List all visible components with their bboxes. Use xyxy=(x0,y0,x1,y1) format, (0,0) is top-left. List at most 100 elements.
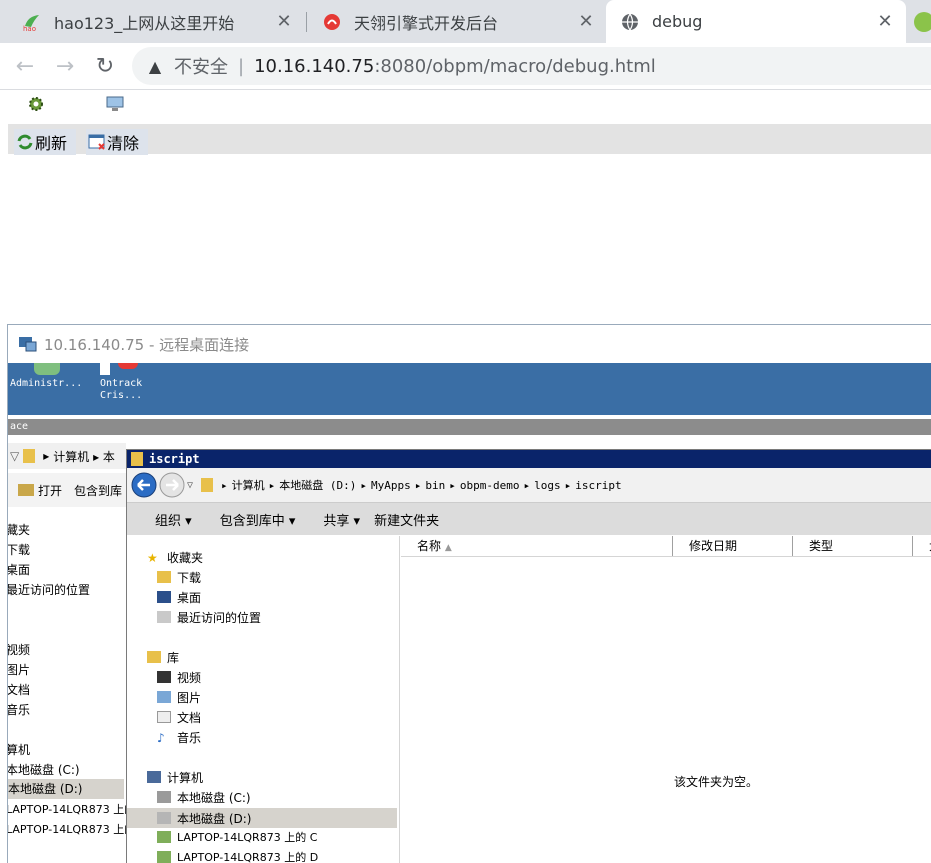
nav-label: 下载 xyxy=(177,570,202,585)
close-tab-icon[interactable]: ✕ xyxy=(273,11,295,32)
nav-item[interactable]: 文档 xyxy=(8,681,30,698)
breadcrumb-item[interactable]: obpm-demo xyxy=(460,479,520,492)
nav-label: LAPTOP-14LQR873 上的 C xyxy=(177,831,318,844)
history-dropdown-icon[interactable]: ▽ xyxy=(187,480,193,491)
desktop-icon-label[interactable]: Administr... xyxy=(10,378,82,390)
column-name-header[interactable]: 名称 ▲ xyxy=(401,536,673,556)
url-host: 10.16.140.75 xyxy=(254,55,375,77)
include-button[interactable]: 包含到库 xyxy=(74,482,122,499)
url-path: :8080/obpm/macro/debug.html xyxy=(374,55,656,77)
breadcrumb-item[interactable]: MyApps xyxy=(371,479,411,492)
nav-item[interactable]: 最近访问的位置 xyxy=(8,581,90,598)
desktop-icon xyxy=(157,591,171,603)
organize-button[interactable]: 组织 ▾ xyxy=(141,510,192,529)
nav-item-drive-c[interactable]: 本地磁盘 (C:) xyxy=(157,788,251,806)
nav-item[interactable]: LAPTOP-14LQR873 上的 xyxy=(8,821,135,837)
include-library-button[interactable]: 包含到库中 ▾ xyxy=(206,510,296,529)
gear-icon[interactable] xyxy=(26,94,46,114)
back-explorer-window[interactable]: ▽ ▸ 计算机 ▸ 本 打开 包含到库 藏夹 下载 桌面 最近访问的位置 视频 图… xyxy=(8,443,135,863)
organize-label: 组织 xyxy=(155,513,182,529)
nav-item-documents[interactable]: 文档 xyxy=(157,708,201,726)
clear-button[interactable]: 清除 xyxy=(86,129,148,155)
back-arrow-icon[interactable]: ← xyxy=(10,51,40,81)
nav-item[interactable]: 藏夹 xyxy=(8,521,30,538)
breadcrumb-item[interactable]: 本地磁盘 (D:) xyxy=(279,477,356,493)
nav-item[interactable]: 音乐 xyxy=(8,701,30,718)
remote-desktop-window[interactable]: 10.16.140.75 - 远程桌面连接 Administr... Ontra… xyxy=(7,324,931,863)
close-tab-icon[interactable]: ✕ xyxy=(874,11,896,32)
open-folder-icon xyxy=(18,484,34,496)
breadcrumb-item[interactable]: iscript xyxy=(575,479,621,492)
address-bar[interactable]: ▲ 不安全 | 10.16.140.75:8080/obpm/macro/deb… xyxy=(132,47,931,85)
column-size-header[interactable]: 大 xyxy=(913,536,931,556)
ontrack-icon xyxy=(118,363,138,369)
nav-item-recent[interactable]: 最近访问的位置 xyxy=(157,608,261,626)
nav-item-drive-d-selected[interactable]: 本地磁盘 (D:) xyxy=(127,808,397,828)
tab-debug[interactable]: debug ✕ xyxy=(606,0,906,43)
nav-item[interactable]: 下载 xyxy=(8,541,30,558)
breadcrumb-item[interactable]: logs xyxy=(534,479,561,492)
nav-label: 本地磁盘 (D:) xyxy=(177,811,252,826)
rdp-app-icon xyxy=(18,334,38,354)
user-folder-icon[interactable] xyxy=(34,363,60,375)
nav-item[interactable]: 视频 xyxy=(8,641,30,658)
nav-label: 本地磁盘 (C:) xyxy=(177,790,251,805)
partial-tab-favicon-icon[interactable] xyxy=(914,12,931,32)
nav-label: 视频 xyxy=(177,670,202,685)
folder-icon xyxy=(201,478,214,492)
nav-item-network-d[interactable]: LAPTOP-14LQR873 上的 D xyxy=(157,848,318,863)
tab-hao123[interactable]: hao hao123_上网从这里开始 ✕ xyxy=(0,0,305,43)
svg-text:hao: hao xyxy=(23,25,36,32)
reload-icon[interactable]: ↻ xyxy=(90,51,120,81)
nav-item[interactable]: 本地磁盘 (C:) xyxy=(8,761,80,778)
network-drive-icon xyxy=(157,851,171,863)
nav-item-pictures[interactable]: 图片 xyxy=(157,688,201,706)
shortcut-icon[interactable] xyxy=(100,363,110,375)
desktop-icon-label[interactable]: Ontrack Cris... xyxy=(100,378,160,402)
forward-button-icon[interactable] xyxy=(159,472,185,498)
tab-tianling[interactable]: 天翎引擎式开发后台 ✕ xyxy=(300,0,607,43)
nav-computer[interactable]: 计算机 xyxy=(147,768,203,786)
open-button[interactable]: 打开 xyxy=(38,482,62,499)
nav-favorites[interactable]: ★ 收藏夹 xyxy=(147,548,203,566)
nav-item[interactable]: LAPTOP-14LQR873 上的 xyxy=(8,801,135,817)
nav-label: 最近访问的位置 xyxy=(177,610,262,625)
nav-item[interactable]: 图片 xyxy=(8,661,30,678)
explorer-window[interactable]: iscript ▽ ▸ 计算机 ▸ 本地磁盘 (D:) ▸ MyApps ▸ bin ▸… xyxy=(126,449,931,863)
drive-c-icon xyxy=(157,791,171,803)
column-modified-header[interactable]: 修改日期 xyxy=(673,536,793,556)
nav-item-selected[interactable]: 本地磁盘 (D:) xyxy=(8,779,124,799)
breadcrumb-item[interactable]: bin xyxy=(425,479,445,492)
warning-icon: ▲ xyxy=(148,56,162,76)
refresh-button[interactable]: 刷新 xyxy=(14,129,76,155)
new-folder-button[interactable]: 新建文件夹 xyxy=(374,510,439,529)
navigation-pane: ★ 收藏夹 下载 桌面 最近访问的位置 库 视频 图片 文档 ♪ 音乐 计算机 本地… xyxy=(127,536,400,863)
library-icon xyxy=(147,651,161,663)
tab-title: 天翎引擎式开发后台 xyxy=(354,13,499,33)
forward-arrow-icon[interactable]: → xyxy=(50,51,80,81)
share-button[interactable]: 共享 ▾ xyxy=(309,510,360,529)
hao123-favicon-icon: hao xyxy=(22,12,42,32)
back-explorer-path: 计算机 ▸ 本 xyxy=(53,449,115,464)
drive-d-icon xyxy=(157,812,171,824)
tab-title: hao123_上网从这里开始 xyxy=(54,13,235,33)
rdp-titlebar: 10.16.140.75 - 远程桌面连接 xyxy=(8,325,931,363)
column-type-header[interactable]: 类型 xyxy=(793,536,913,556)
nav-item[interactable]: 桌面 xyxy=(8,561,30,578)
explorer-address-bar[interactable]: ▽ ▸ 计算机 ▸ 本地磁盘 (D:) ▸ MyApps ▸ bin ▸ obpm-dem… xyxy=(127,468,931,503)
computer-icon xyxy=(147,771,161,783)
breadcrumb-item[interactable]: 计算机 xyxy=(232,477,265,493)
nav-item-desktop[interactable]: 桌面 xyxy=(157,588,201,606)
monitor-icon[interactable] xyxy=(106,96,124,112)
nav-item-music[interactable]: ♪ 音乐 xyxy=(157,728,201,746)
close-tab-icon[interactable]: ✕ xyxy=(575,11,597,32)
nav-item[interactable]: 算机 xyxy=(8,741,30,758)
nav-libraries[interactable]: 库 xyxy=(147,648,179,666)
nav-item-network-c[interactable]: LAPTOP-14LQR873 上的 C xyxy=(157,828,317,846)
explorer-title: iscript xyxy=(149,452,200,466)
back-button-icon[interactable] xyxy=(131,472,157,498)
nav-item-downloads[interactable]: 下载 xyxy=(157,568,201,586)
nav-item-videos[interactable]: 视频 xyxy=(157,668,201,686)
nav-label: 库 xyxy=(167,650,180,665)
back-explorer-address[interactable]: ▽ ▸ 计算机 ▸ 本 xyxy=(8,443,126,469)
